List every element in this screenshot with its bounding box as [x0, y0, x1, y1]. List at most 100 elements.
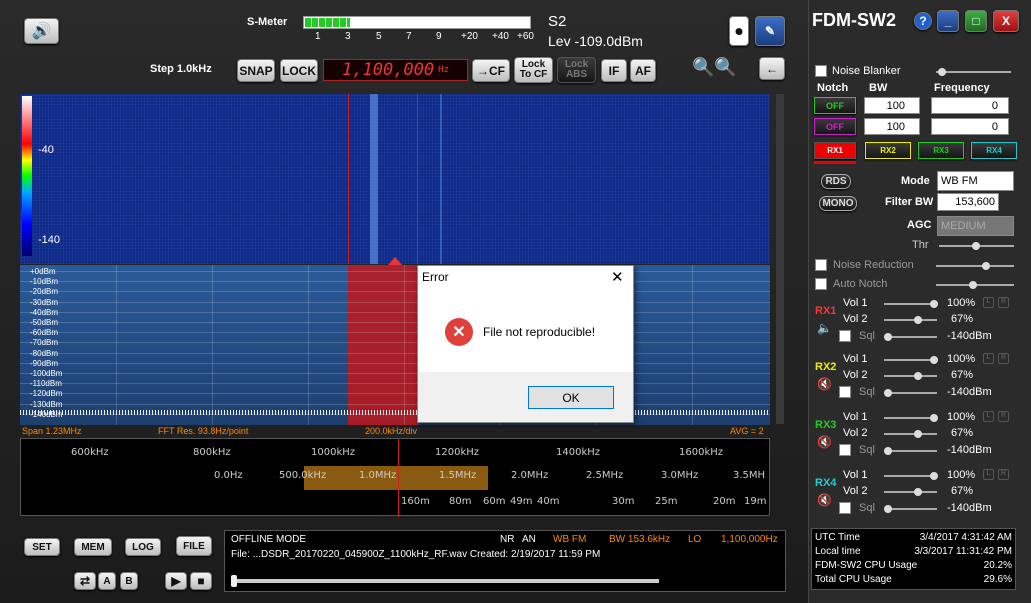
right-channel-icon[interactable]: R — [998, 353, 1009, 364]
if-button[interactable]: IF — [601, 59, 627, 82]
spectrum-display[interactable]: +0dBm -10dBm -20dBm -30dBm -40dBm -50dBm -60dB… — [20, 257, 770, 425]
right-channel-icon[interactable]: R — [998, 297, 1009, 308]
play-icon[interactable]: ▶ — [165, 572, 187, 590]
mono-button[interactable]: MONO — [819, 196, 857, 211]
vol1-slider[interactable] — [884, 356, 938, 364]
sql-label: Sql — [859, 444, 875, 456]
rds-button[interactable]: RDS — [821, 174, 851, 189]
vol1-slider[interactable] — [884, 472, 938, 480]
frequency-scale[interactable]: 600kHz 800kHz 1000kHz 1200kHz 1400kHz 1600kHz… — [20, 438, 770, 517]
zoom-in-icon[interactable]: 🔍 — [714, 57, 736, 78]
grid-line-h — [20, 373, 770, 374]
filter-bw-input[interactable]: 153,600 — [937, 193, 999, 211]
vol1-label: Vol 1 — [843, 297, 868, 309]
sql-slider[interactable] — [884, 505, 937, 513]
dialog-close-icon[interactable]: ✕ — [611, 268, 624, 286]
auto-notch-checkbox[interactable] — [815, 278, 827, 290]
vol2-slider[interactable] — [884, 488, 937, 496]
bw-label: BW 153.6kHz — [609, 534, 671, 545]
mhz-tick: 2.0MHz — [511, 470, 549, 481]
noise-reduction-slider[interactable] — [936, 262, 1014, 270]
log-button[interactable]: LOG — [125, 538, 161, 556]
sql-slider[interactable] — [884, 389, 937, 397]
thr-slider[interactable] — [939, 242, 1014, 250]
mem-button[interactable]: MEM — [74, 538, 112, 556]
maximize-icon[interactable]: □ — [965, 10, 987, 32]
tune-marker[interactable] — [388, 257, 402, 265]
mode-line: OFFLINE MODE — [231, 534, 307, 545]
sql-checkbox[interactable] — [839, 330, 851, 342]
notch1-bw[interactable]: 100 — [864, 97, 920, 114]
speaker-button[interactable]: 🔊 — [24, 18, 59, 44]
a-button[interactable]: A — [98, 572, 116, 590]
minimize-icon[interactable]: _ — [937, 10, 959, 32]
waterfall-display[interactable]: -40 -140 — [20, 94, 770, 264]
auto-notch-slider[interactable] — [936, 281, 1014, 289]
db-label: -130dBm — [30, 399, 63, 409]
notch2-bw[interactable]: 100 — [864, 118, 920, 135]
noise-blanker-label: Noise Blanker — [832, 65, 901, 77]
b-button[interactable]: B — [120, 572, 138, 590]
grid-line-v — [308, 265, 309, 425]
mute-icon[interactable]: 🔇 — [817, 435, 832, 449]
grid-line-h — [20, 403, 770, 405]
vertical-scrollbar[interactable] — [776, 94, 784, 424]
lock-to-cf-button[interactable]: Lock To CF — [514, 57, 553, 83]
left-channel-icon[interactable]: L — [983, 297, 994, 308]
vol2-slider[interactable] — [884, 372, 937, 380]
filter-line-right — [417, 94, 418, 264]
grid-line-h — [20, 342, 770, 344]
vol2-slider[interactable] — [884, 316, 937, 324]
sql-slider[interactable] — [884, 333, 937, 341]
rx3-tab[interactable]: RX3 — [918, 142, 964, 159]
vol1-slider[interactable] — [884, 414, 938, 422]
mute-icon[interactable]: 🔇 — [817, 493, 832, 507]
record-icon[interactable]: ⏺ — [729, 16, 749, 46]
close-icon[interactable]: X — [993, 10, 1019, 32]
notch2-frequency[interactable]: 0 — [931, 118, 1009, 135]
mode-select[interactable]: WB FM — [937, 171, 1014, 191]
notch2-toggle[interactable]: OFF — [814, 118, 856, 135]
set-button[interactable]: SET — [24, 538, 60, 556]
sql-checkbox[interactable] — [839, 502, 851, 514]
sql-slider[interactable] — [884, 447, 937, 455]
lock-abs-button[interactable]: Lock ABS — [557, 57, 596, 83]
noise-blanker-slider[interactable] — [936, 68, 1011, 76]
noise-reduction-checkbox[interactable] — [815, 259, 827, 271]
rx2-tab[interactable]: RX2 — [865, 142, 911, 159]
right-channel-icon[interactable]: R — [998, 411, 1009, 422]
notch1-toggle[interactable]: OFF — [814, 97, 856, 114]
zoom-out-icon[interactable]: 🔍 — [692, 57, 714, 78]
noise-blanker-checkbox[interactable] — [815, 65, 827, 77]
snap-button[interactable]: SNAP — [237, 59, 275, 82]
sql-checkbox[interactable] — [839, 444, 851, 456]
back-arrow-icon[interactable]: ← — [759, 57, 785, 80]
db-label: +0dBm — [30, 267, 56, 276]
edit-icon[interactable]: ✎ — [755, 16, 785, 46]
left-channel-icon[interactable]: L — [983, 469, 994, 480]
vol2-slider[interactable] — [884, 430, 937, 438]
notch1-frequency[interactable]: 0 — [931, 97, 1009, 114]
frequency-display[interactable]: 1,100,000 Hz — [323, 59, 468, 81]
rx-label: RX4 — [815, 477, 837, 489]
right-channel-icon[interactable]: R — [998, 469, 1009, 480]
sql-checkbox[interactable] — [839, 386, 851, 398]
playback-slider[interactable] — [231, 575, 659, 587]
ok-button[interactable]: OK — [528, 386, 614, 409]
stop-icon[interactable]: ■ — [190, 572, 212, 590]
help-icon[interactable]: ? — [914, 12, 932, 30]
vol1-slider[interactable] — [884, 300, 938, 308]
left-channel-icon[interactable]: L — [983, 353, 994, 364]
speaker-icon[interactable]: 🔈 — [817, 321, 832, 335]
agc-select[interactable]: MEDIUM — [937, 216, 1014, 236]
swap-icon[interactable]: ⇄ — [74, 572, 96, 590]
left-channel-icon[interactable]: L — [983, 411, 994, 422]
auto-notch-label: Auto Notch — [833, 278, 888, 290]
to-cf-button[interactable]: →CF — [472, 59, 510, 82]
file-button[interactable]: FILE — [176, 536, 212, 556]
rx1-tab[interactable]: RX1 — [814, 142, 856, 159]
af-button[interactable]: AF — [630, 59, 656, 82]
lock-button[interactable]: LOCK — [280, 59, 318, 82]
rx4-tab[interactable]: RX4 — [971, 142, 1017, 159]
mute-icon[interactable]: 🔇 — [817, 377, 832, 391]
